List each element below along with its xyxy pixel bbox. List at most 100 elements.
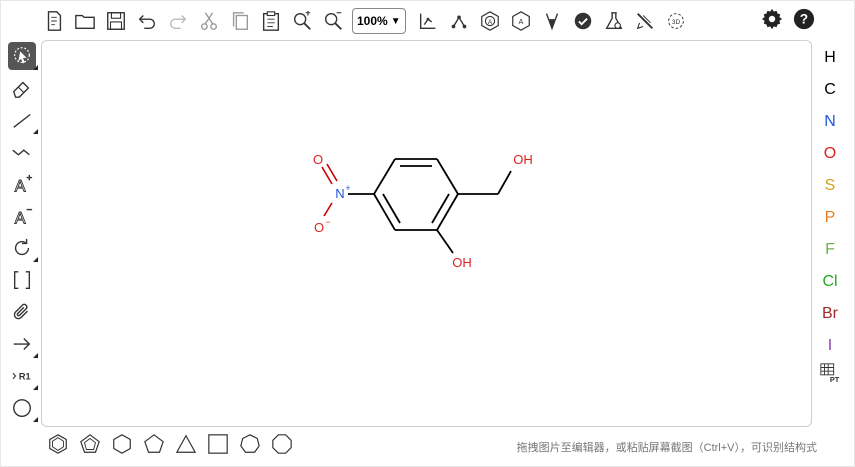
benzene-ring[interactable] — [373, 158, 459, 231]
paste-hint-text: 拖拽图片至编辑器，或粘贴屏幕截图（Ctrl+V），可识别结构式 — [516, 442, 817, 454]
shape-tool[interactable] — [8, 394, 38, 422]
submenu-indicator — [33, 257, 38, 262]
cycloheptane-icon — [239, 433, 260, 453]
reaction-arrow-tool[interactable] — [8, 330, 38, 358]
molecule-structure[interactable]: N + O O − OH OH — [42, 41, 811, 426]
zoom-out-icon[interactable] — [319, 7, 347, 35]
eraser-icon — [12, 81, 30, 98]
drawing-canvas[interactable]: N + O O − OH OH — [41, 40, 812, 427]
undo-icon[interactable] — [133, 7, 161, 35]
zoom-select[interactable]: 100% ▼ — [352, 8, 406, 34]
element-n[interactable]: N — [816, 106, 844, 138]
new-file-icon[interactable] — [40, 7, 68, 35]
substituent-bonds[interactable] — [348, 170, 512, 254]
brackets-tool[interactable] — [8, 266, 36, 294]
cyclopentane-icon — [143, 433, 164, 453]
cyclohexane-template[interactable] — [108, 430, 135, 457]
paste-icon[interactable] — [257, 7, 285, 35]
zoom-in-icon[interactable] — [288, 7, 316, 35]
help-icon[interactable]: ? — [793, 8, 815, 35]
hydroxyl-label-top[interactable]: OH — [513, 152, 533, 167]
submenu-indicator — [33, 129, 38, 134]
rotate-tool[interactable] — [8, 234, 38, 262]
element-palette: H C N O S P F Cl Br I PT — [816, 42, 844, 394]
cyclopentadiene-icon — [79, 433, 100, 453]
cyclooctane-template[interactable] — [268, 430, 295, 457]
submenu-indicator — [33, 65, 38, 70]
rotate-icon — [14, 238, 30, 256]
cyclobutane-icon — [207, 433, 228, 454]
hydroxyl-label-bottom[interactable]: OH — [452, 255, 472, 270]
template-toolbar — [44, 430, 295, 457]
cyclopentane-template[interactable] — [140, 430, 167, 457]
chevron-down-icon: ▼ — [390, 15, 401, 27]
svg-text:3D: 3D — [672, 19, 681, 26]
element-br[interactable]: Br — [816, 298, 844, 330]
periodic-table-icon: PT — [820, 363, 840, 384]
submenu-indicator — [33, 417, 38, 422]
zoom-value: 100% — [357, 14, 388, 28]
svg-text:R1: R1 — [19, 372, 31, 382]
attachment-tool[interactable] — [8, 298, 36, 326]
cycloheptane-template[interactable] — [236, 430, 263, 457]
element-p[interactable]: P — [816, 202, 844, 234]
brackets-icon — [13, 271, 31, 289]
cut-icon[interactable] — [195, 7, 223, 35]
cyclohexane-icon — [112, 433, 131, 454]
charge-minus-tool[interactable]: A — [8, 202, 36, 230]
chain-icon — [12, 149, 30, 156]
element-o[interactable]: O — [816, 138, 844, 170]
element-i[interactable]: I — [816, 330, 844, 362]
cyclopropane-icon — [175, 434, 196, 453]
svg-text:A: A — [487, 19, 492, 26]
submenu-indicator — [33, 385, 38, 390]
element-f[interactable]: F — [816, 234, 844, 266]
svg-text:PT: PT — [830, 375, 840, 384]
element-h[interactable]: H — [816, 42, 844, 74]
select-tool[interactable] — [8, 42, 38, 70]
check-icon[interactable] — [569, 7, 597, 35]
charge-plus-tool[interactable]: A — [8, 170, 36, 198]
aromatize-icon[interactable]: A — [476, 7, 504, 35]
oxygen-charge: − — [325, 217, 330, 227]
element-s[interactable]: S — [816, 170, 844, 202]
open-folder-icon[interactable] — [71, 7, 99, 35]
3d-viewer-icon[interactable]: 3D — [662, 7, 690, 35]
svg-text:A: A — [15, 209, 26, 227]
lasso-select-icon — [14, 47, 30, 64]
paperclip-icon — [13, 303, 28, 320]
settings-gear-icon[interactable] — [761, 8, 783, 35]
benzene-icon — [48, 433, 67, 454]
single-bond-icon — [13, 113, 31, 128]
svg-text:A: A — [15, 177, 26, 195]
r-group-icon: R1 — [12, 372, 31, 382]
charge-minus-icon: A — [14, 209, 33, 227]
cyclooctane-icon — [271, 433, 292, 454]
layout-icon[interactable] — [414, 7, 442, 35]
r-group-tool[interactable]: R1 — [8, 362, 38, 390]
oxygen-minus-label[interactable]: O — [314, 220, 324, 235]
cyclopentadiene-template[interactable] — [76, 430, 103, 457]
oxygen-label[interactable]: O — [313, 152, 323, 167]
charge-plus-icon: A — [14, 174, 33, 195]
nitrogen-charge: + — [345, 183, 350, 193]
periodic-table-button[interactable]: PT — [816, 362, 844, 394]
benzene-template[interactable] — [44, 430, 71, 457]
chain-tool[interactable] — [8, 138, 36, 166]
dearomatize-icon[interactable]: A — [507, 7, 535, 35]
copy-icon[interactable] — [226, 7, 254, 35]
recognize-icon[interactable] — [631, 7, 659, 35]
element-c[interactable]: C — [816, 74, 844, 106]
save-icon[interactable] — [102, 7, 130, 35]
arrow-right-icon — [13, 338, 31, 350]
cyclopropane-template[interactable] — [172, 430, 199, 457]
bond-tool[interactable] — [8, 106, 38, 134]
element-cl[interactable]: Cl — [816, 266, 844, 298]
redo-icon[interactable] — [164, 7, 192, 35]
nitrogen-label[interactable]: N — [335, 186, 344, 201]
cyclobutane-template[interactable] — [204, 430, 231, 457]
stereo-icon[interactable] — [538, 7, 566, 35]
eraser-tool[interactable] — [8, 74, 36, 102]
analyze-flask-icon[interactable] — [600, 7, 628, 35]
clean-icon[interactable] — [445, 7, 473, 35]
